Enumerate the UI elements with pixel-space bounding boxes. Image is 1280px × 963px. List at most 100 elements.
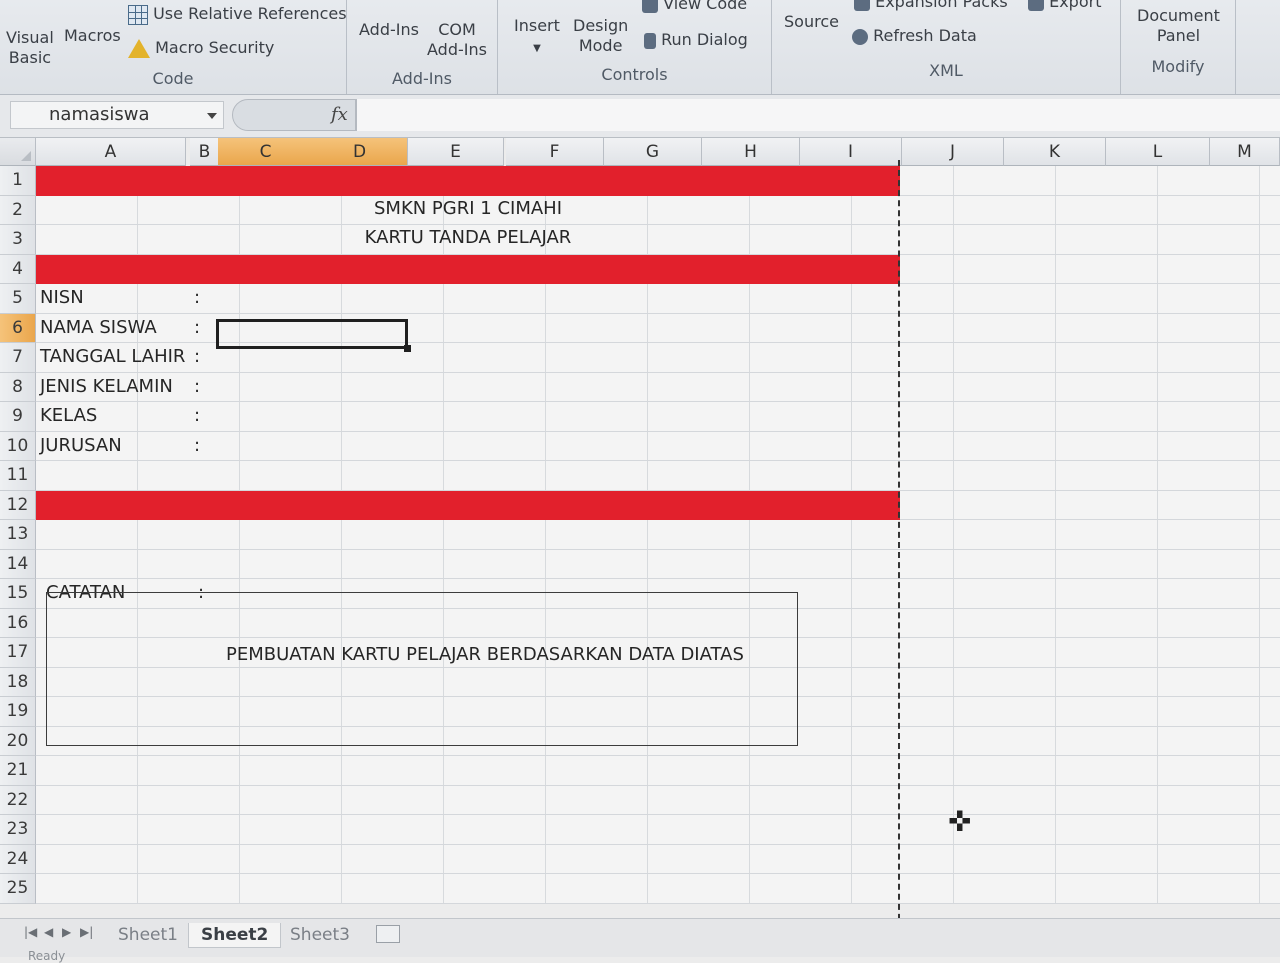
note-box <box>46 592 798 746</box>
row-cells[interactable] <box>36 284 1280 314</box>
export-button[interactable]: Export <box>1028 0 1101 12</box>
last-sheet-nav-button[interactable]: ▶| <box>80 925 93 939</box>
row-header-17[interactable]: 17 <box>0 638 36 668</box>
row-header-12[interactable]: 12 <box>0 490 36 520</box>
insert-function-icon[interactable]: fx <box>331 104 348 125</box>
row-cells[interactable] <box>36 756 1280 786</box>
select-all-corner[interactable] <box>0 138 36 166</box>
row-header-11[interactable]: 11 <box>0 461 36 491</box>
insert-dropdown-icon: ▼ <box>533 43 541 54</box>
macro-security-button[interactable]: Macro Security <box>128 38 274 58</box>
expansion-packs-label: Expansion Packs <box>875 0 1008 11</box>
column-header-k[interactable]: K <box>1004 138 1106 166</box>
row-header-21[interactable]: 21 <box>0 756 36 786</box>
formula-input[interactable] <box>356 99 1280 131</box>
column-header-c[interactable]: C <box>218 138 314 166</box>
school-name: SMKN PGRI 1 CIMAHI <box>373 197 563 219</box>
row-cells[interactable] <box>36 874 1280 904</box>
ribbon: Visual Basic Macros Use Relative Referen… <box>0 0 1280 95</box>
export-icon <box>1028 0 1044 11</box>
row-header-4[interactable]: 4 <box>0 254 36 284</box>
column-header-i[interactable]: I <box>800 138 902 166</box>
macros-button[interactable]: Macros <box>64 26 121 46</box>
refresh-data-icon <box>852 28 868 45</box>
column-header-m[interactable]: M <box>1210 138 1280 166</box>
sheet-row: 11 <box>0 461 1280 491</box>
refresh-data-button[interactable]: Refresh Data <box>852 26 977 46</box>
row-header-19[interactable]: 19 <box>0 697 36 727</box>
row-cells[interactable] <box>36 815 1280 845</box>
field-label: TANGGAL LAHIR <box>40 346 186 367</box>
document-panel-button[interactable]: Document Panel <box>1137 6 1220 46</box>
sheet-row: 5 NISN: <box>0 284 1280 314</box>
prev-sheet-nav-button[interactable]: ◀ <box>44 925 53 939</box>
row-header-9[interactable]: 9 <box>0 402 36 432</box>
column-header-d[interactable]: D <box>312 138 408 166</box>
sheet-tab-sheet2[interactable]: Sheet2 <box>188 923 282 948</box>
sheet-tab-sheet1[interactable]: Sheet1 <box>106 923 190 947</box>
row-header-16[interactable]: 16 <box>0 608 36 638</box>
row-header-20[interactable]: 20 <box>0 726 36 756</box>
name-box[interactable]: namasiswa <box>10 101 224 129</box>
row-header-22[interactable]: 22 <box>0 785 36 815</box>
row-cells[interactable] <box>36 520 1280 550</box>
row-header-2[interactable]: 2 <box>0 195 36 225</box>
column-header-e[interactable]: E <box>408 138 504 166</box>
row-header-14[interactable]: 14 <box>0 549 36 579</box>
row-header-1[interactable]: 1 <box>0 166 36 196</box>
column-header-h[interactable]: H <box>702 138 800 166</box>
code-group: Visual Basic Macros Use Relative Referen… <box>0 0 347 94</box>
next-sheet-nav-button[interactable]: ▶ <box>62 925 71 939</box>
sheet-row: 9 KELAS: <box>0 402 1280 432</box>
row-cells[interactable] <box>36 372 1280 402</box>
name-box-dropdown-icon[interactable] <box>207 113 217 119</box>
row-cells[interactable] <box>36 549 1280 579</box>
row-header-24[interactable]: 24 <box>0 844 36 874</box>
column-header-b[interactable]: B <box>190 138 220 166</box>
source-button[interactable]: Source <box>784 12 839 32</box>
row-header-8[interactable]: 8 <box>0 372 36 402</box>
run-dialog-button[interactable]: Run Dialog <box>644 30 748 50</box>
run-dialog-icon <box>644 32 656 49</box>
row-cells[interactable] <box>36 402 1280 432</box>
sheet-tab-sheet3[interactable]: Sheet3 <box>278 923 362 947</box>
view-code-button[interactable]: View Code <box>642 0 747 14</box>
row-cells[interactable] <box>36 431 1280 461</box>
column-header-j[interactable]: J <box>902 138 1004 166</box>
use-relative-references-button[interactable]: Use Relative References <box>128 4 347 25</box>
com-addins-button[interactable]: COM Add-Ins <box>427 20 487 60</box>
column-header-g[interactable]: G <box>604 138 702 166</box>
row-cells[interactable] <box>36 844 1280 874</box>
row-header-18[interactable]: 18 <box>0 667 36 697</box>
expansion-packs-button[interactable]: Expansion Packs <box>854 0 1008 12</box>
formula-bar: namasiswa fx <box>0 95 1280 138</box>
insert-sheet-icon[interactable] <box>376 925 400 943</box>
row-header-10[interactable]: 10 <box>0 431 36 461</box>
field-label: KELAS <box>40 405 98 426</box>
fill-handle[interactable] <box>404 345 411 352</box>
first-sheet-nav-button[interactable]: |◀ <box>24 925 37 939</box>
sheet-row: 2 SMKN PGRI 1 CIMAHI <box>0 195 1280 225</box>
insert-control-button[interactable]: Insert ▼ <box>514 16 560 59</box>
insert-label: Insert <box>514 16 560 35</box>
active-cell-c6[interactable] <box>216 319 408 349</box>
row-header-5[interactable]: 5 <box>0 284 36 314</box>
row-header-6[interactable]: 6 <box>0 313 36 343</box>
row-header-7[interactable]: 7 <box>0 343 36 373</box>
row-cells[interactable] <box>36 785 1280 815</box>
row-header-15[interactable]: 15 <box>0 579 36 609</box>
row-header-3[interactable]: 3 <box>0 225 36 255</box>
row-header-13[interactable]: 13 <box>0 520 36 550</box>
visual-basic-button[interactable]: Visual Basic <box>6 28 54 68</box>
column-header-f[interactable]: F <box>506 138 604 166</box>
status-text: Ready <box>28 949 66 963</box>
field-colon: : <box>194 316 201 338</box>
field-colon: : <box>194 405 201 426</box>
design-mode-button[interactable]: Design Mode <box>573 16 628 56</box>
row-cells[interactable] <box>36 461 1280 491</box>
column-header-l[interactable]: L <box>1106 138 1210 166</box>
column-header-a[interactable]: A <box>36 138 186 166</box>
row-header-25[interactable]: 25 <box>0 874 36 904</box>
addins-button[interactable]: Add-Ins <box>359 20 419 40</box>
row-header-23[interactable]: 23 <box>0 815 36 845</box>
